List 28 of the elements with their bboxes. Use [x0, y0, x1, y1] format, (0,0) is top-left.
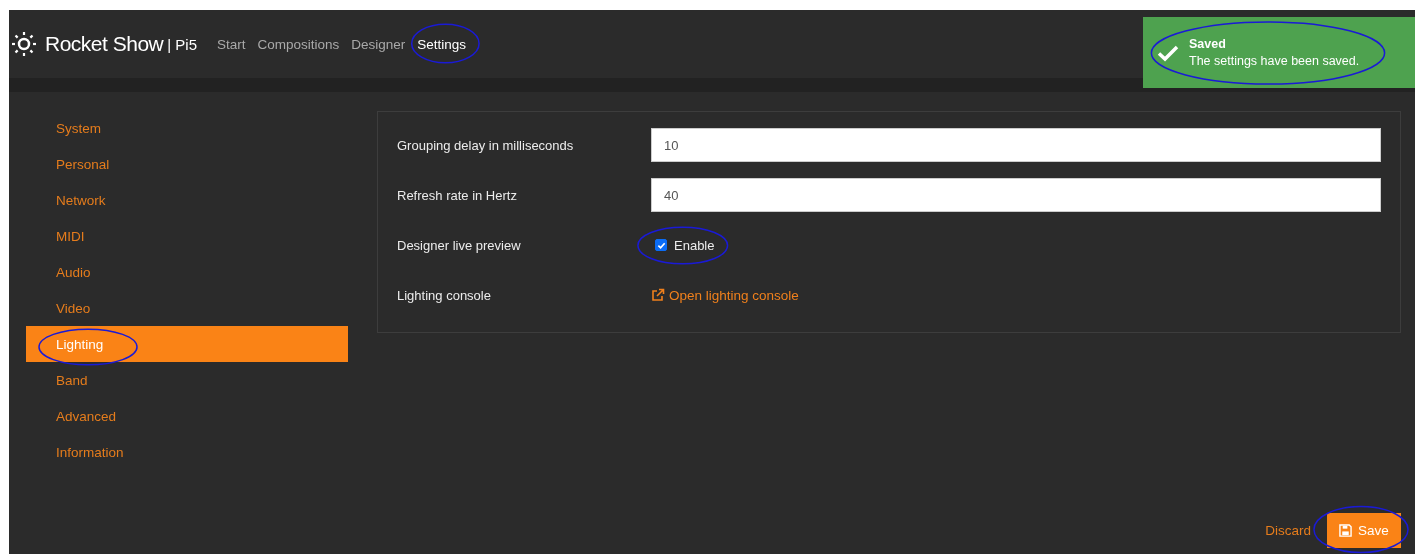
- setting-label: Designer live preview: [397, 237, 522, 253]
- check-icon: [656, 240, 666, 250]
- sidebar-item[interactable]: Band: [26, 362, 348, 398]
- sidebar-item[interactable]: Advanced: [26, 398, 348, 434]
- sidebar-item[interactable]: Personal: [26, 146, 348, 182]
- sidebar-item[interactable]: Information: [26, 434, 348, 470]
- sidebar-item[interactable]: Video: [26, 290, 348, 326]
- toast-message: The settings have been saved.: [1189, 54, 1360, 68]
- nav-link[interactable]: Designer: [351, 36, 406, 52]
- toast-title: Saved: [1189, 37, 1227, 51]
- check-icon: [1157, 43, 1179, 62]
- input-field[interactable]: 10: [651, 128, 1381, 162]
- nav-link[interactable]: Start: [217, 36, 246, 52]
- sidebar-item[interactable]: System: [26, 110, 348, 146]
- external-link-icon: [651, 288, 665, 302]
- nav-link[interactable]: Compositions: [257, 36, 340, 52]
- sidebar-item[interactable]: MIDI: [26, 218, 348, 254]
- setting-label: Refresh rate in Hertz: [397, 187, 518, 203]
- app-title: Rocket Show: [45, 32, 164, 56]
- setting-label: Lighting console: [397, 287, 492, 303]
- input-field[interactable]: 40: [651, 178, 1381, 212]
- sun-icon: [11, 31, 37, 57]
- sidebar-item[interactable]: Network: [26, 182, 348, 218]
- sidebar-item[interactable]: Audio: [26, 254, 348, 290]
- device-name: | Pi5: [167, 35, 197, 53]
- open-console-link[interactable]: Open lighting console: [651, 287, 799, 303]
- setting-label: Grouping delay in milliseconds: [397, 137, 575, 153]
- discard-link[interactable]: Discard: [1265, 523, 1311, 538]
